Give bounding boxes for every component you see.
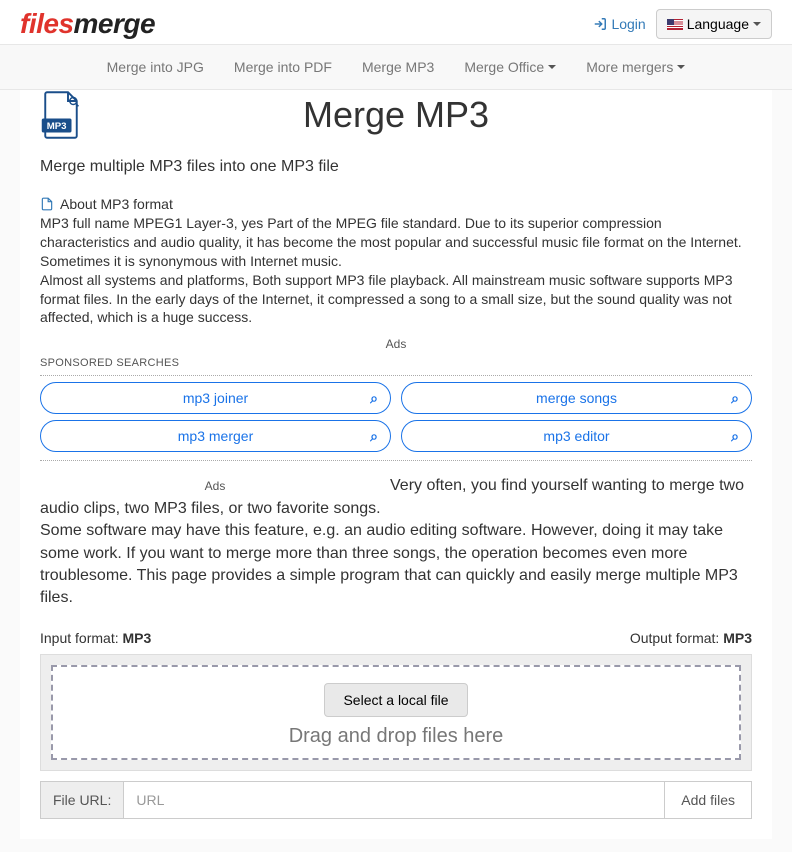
language-label: Language	[687, 16, 749, 32]
add-files-button[interactable]: Add files	[664, 782, 751, 818]
search-icon: ⌕	[731, 428, 739, 445]
divider	[40, 375, 752, 376]
input-format: Input format: MP3	[40, 630, 151, 646]
language-button[interactable]: Language	[656, 9, 772, 39]
nav-more-mergers[interactable]: More mergers	[586, 59, 685, 75]
navbar: Merge into JPG Merge into PDF Merge MP3 …	[0, 44, 792, 90]
about-paragraph-1: MP3 full name MPEG1 Layer-3, yes Part of…	[40, 214, 752, 271]
login-link[interactable]: Login	[593, 16, 645, 32]
about-heading: About MP3 format	[60, 196, 173, 212]
sponsor-label: mp3 editor	[543, 428, 609, 444]
output-format: Output format: MP3	[630, 630, 752, 646]
page-subtitle: Merge multiple MP3 files into one MP3 fi…	[40, 158, 752, 176]
file-url-label: File URL:	[41, 782, 124, 818]
chevron-down-icon	[753, 22, 761, 26]
file-icon	[40, 197, 54, 211]
drag-drop-text: Drag and drop files here	[53, 725, 739, 748]
login-label: Login	[611, 16, 645, 32]
sponsored-searches-label: SPONSORED SEARCHES	[40, 357, 752, 369]
select-local-file-button[interactable]: Select a local file	[324, 683, 467, 717]
ads-label-top: Ads	[40, 337, 752, 351]
search-icon: ⌕	[370, 390, 378, 407]
flag-us-icon	[667, 19, 683, 30]
nav-more-mergers-label: More mergers	[586, 59, 673, 75]
sponsor-label: mp3 joiner	[183, 390, 248, 406]
nav-merge-office[interactable]: Merge Office	[464, 59, 556, 75]
sponsor-label: mp3 merger	[178, 428, 253, 444]
logo-part2: merge	[74, 8, 156, 39]
search-icon: ⌕	[731, 390, 739, 407]
about-paragraph-2: Almost all systems and platforms, Both s…	[40, 271, 752, 328]
sponsor-label: merge songs	[536, 390, 617, 406]
page-title: Merge MP3	[40, 94, 752, 136]
chevron-down-icon	[677, 65, 685, 69]
logo[interactable]: filesmerge	[20, 8, 155, 40]
nav-merge-jpg[interactable]: Merge into JPG	[107, 59, 204, 75]
search-icon: ⌕	[370, 428, 378, 445]
dropzone[interactable]: Select a local file Drag and drop files …	[40, 654, 752, 771]
sponsor-mp3-editor[interactable]: mp3 editor ⌕	[401, 420, 752, 452]
nav-merge-mp3[interactable]: Merge MP3	[362, 59, 434, 75]
divider	[40, 460, 752, 461]
sponsor-merge-songs[interactable]: merge songs ⌕	[401, 382, 752, 414]
intro-para-rest: Some software may have this feature, e.g…	[40, 520, 752, 610]
login-icon	[593, 17, 607, 31]
sponsor-mp3-merger[interactable]: mp3 merger ⌕	[40, 420, 391, 452]
chevron-down-icon	[548, 65, 556, 69]
ads-label-side: Ads	[40, 475, 390, 493]
file-url-input[interactable]	[124, 782, 664, 818]
logo-part1: files	[20, 8, 74, 39]
sponsor-mp3-joiner[interactable]: mp3 joiner ⌕	[40, 382, 391, 414]
nav-merge-office-label: Merge Office	[464, 59, 544, 75]
nav-merge-pdf[interactable]: Merge into PDF	[234, 59, 332, 75]
